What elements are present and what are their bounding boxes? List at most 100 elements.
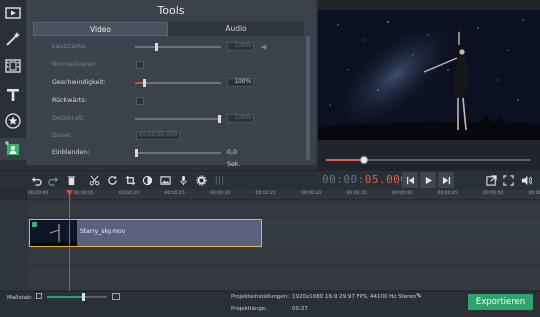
delete-button[interactable] <box>64 172 78 188</box>
undo-icon <box>31 176 42 186</box>
more-tools-button[interactable] <box>0 138 26 160</box>
crop-button[interactable] <box>123 172 137 188</box>
project-settings-label: Projekteinstellungen: <box>231 294 290 300</box>
undo-button[interactable] <box>29 172 43 188</box>
tools-title: Tools <box>157 4 185 17</box>
ruler-tick-label: 00:00:05 <box>73 191 94 196</box>
fullscreen-icon <box>502 174 514 186</box>
fade-in-slider-knob[interactable] <box>135 149 138 157</box>
seek-knob[interactable] <box>360 156 368 164</box>
tab-audio[interactable]: Audio <box>168 22 304 36</box>
transitions-button[interactable] <box>0 55 26 77</box>
play-button[interactable] <box>420 172 436 188</box>
speaker-icon[interactable]: ◀ <box>261 41 266 53</box>
normalize-checkbox[interactable] <box>136 61 144 69</box>
playhead[interactable] <box>69 190 70 291</box>
zoom-in-icon[interactable] <box>112 293 120 300</box>
speaker-volume-icon <box>521 175 532 185</box>
magic-wand-icon <box>6 32 20 46</box>
ruler-tick-label: 00:00:15 <box>164 191 185 196</box>
speed-slider-knob[interactable] <box>143 79 146 87</box>
fullscreen-button[interactable] <box>501 172 515 188</box>
timecode-prefix: 00:00: <box>322 173 365 186</box>
rotate-icon <box>107 175 117 185</box>
tools-scrollbar[interactable] <box>306 36 310 160</box>
next-frame-button[interactable] <box>438 172 454 188</box>
zoom-out-icon[interactable] <box>36 293 42 299</box>
reverse-checkbox[interactable] <box>136 97 144 105</box>
skip-back-icon <box>406 176 414 184</box>
redo-icon <box>47 176 58 186</box>
previous-frame-button[interactable] <box>402 172 418 188</box>
import-media-button[interactable] <box>0 2 26 24</box>
stickers-button[interactable] <box>0 110 26 132</box>
tools-panel: Tools Video Audio Lautstärke: 100% ◀ Nor… <box>26 0 316 168</box>
fade-in-slider[interactable] <box>135 149 221 157</box>
film-strip-icon <box>5 7 21 19</box>
opacity-value[interactable]: 100% <box>227 114 254 123</box>
tab-video[interactable]: Video <box>33 22 168 36</box>
zoom-slider-knob[interactable] <box>82 293 85 301</box>
volume-label: Lautstärke: <box>52 43 88 50</box>
ruler-tick-label: 00:00:10 <box>119 191 140 196</box>
audio-track[interactable] <box>27 266 540 291</box>
volume-slider-knob[interactable] <box>155 43 158 51</box>
playback-seek-bar[interactable] <box>326 156 530 164</box>
speed-slider[interactable] <box>135 79 221 87</box>
timecode-display: 00:00:05.000 <box>322 172 408 188</box>
video-preview[interactable] <box>318 10 540 140</box>
overlay-track[interactable] <box>27 202 540 218</box>
color-adjust-button[interactable] <box>140 172 154 188</box>
image-button[interactable] <box>158 172 172 188</box>
skip-forward-icon <box>442 176 450 184</box>
opacity-label: Deckkraft: <box>52 115 85 122</box>
title-track[interactable] <box>27 250 540 266</box>
ruler-tick-label: 00:00:25 <box>255 191 276 196</box>
scale-label: Maßstab: <box>7 295 33 301</box>
equalizer-icon <box>215 175 223 185</box>
left-toolbar <box>0 0 26 192</box>
detach-preview-button[interactable] <box>484 172 498 188</box>
user-transfer-icon <box>5 141 19 155</box>
normalize-label: Normalisieren: <box>52 61 98 68</box>
ruler-tick-label: 00:00:45 <box>437 191 458 196</box>
redo-button[interactable] <box>46 172 60 188</box>
text-icon <box>7 89 19 101</box>
speed-label: Geschwindigkeit: <box>52 79 106 86</box>
crop-icon <box>125 175 135 185</box>
record-audio-button[interactable] <box>176 172 190 188</box>
zoom-slider[interactable] <box>47 293 107 301</box>
audio-levels-button[interactable] <box>212 172 226 188</box>
ruler-tick-label: 00:00:50 <box>483 191 504 196</box>
settings-button[interactable] <box>194 172 208 188</box>
reverse-label: Rückwärts: <box>52 97 87 104</box>
filmstrip-icon <box>5 59 21 73</box>
fade-in-value: 0,0 Sek. <box>227 149 241 168</box>
opacity-slider-knob[interactable] <box>218 115 221 123</box>
ruler-tick-label: 00:00:35 <box>346 191 367 196</box>
star-icon <box>5 113 21 129</box>
trash-icon <box>67 175 75 185</box>
pencil-icon[interactable]: ✎ <box>416 292 422 300</box>
titles-button[interactable] <box>0 84 26 106</box>
volume-value[interactable]: 100% <box>227 42 254 51</box>
tools-tabs: Video Audio <box>33 22 332 36</box>
export-button[interactable]: Exportieren <box>468 294 533 310</box>
ruler-tick-label: 00:00:30 <box>301 191 322 196</box>
filters-button[interactable] <box>0 28 26 50</box>
rotate-button[interactable] <box>105 172 119 188</box>
external-window-icon <box>485 174 497 186</box>
timeline-ruler[interactable]: 00:00:00 00:00:05 00:00:10 00:00:15 00:00:20… <box>27 190 540 200</box>
project-settings-value: 1920x1080 16:9 29.97 FPS, 44100 Hz Stere… <box>292 294 416 300</box>
ruler-tick-label: 00:00:00 <box>28 191 49 196</box>
speed-value[interactable]: 100% <box>227 78 254 87</box>
contrast-icon <box>142 175 152 185</box>
volume-slider[interactable] <box>135 43 221 51</box>
ruler-tick-label: 00:00:40 <box>392 191 413 196</box>
cut-button[interactable] <box>87 172 101 188</box>
project-length-value: 00:27 <box>292 306 308 312</box>
volume-button[interactable] <box>519 172 533 188</box>
edit-toolbar <box>0 170 540 190</box>
duration-value[interactable]: 00:00:00.000 <box>136 131 180 140</box>
opacity-slider[interactable] <box>135 115 221 123</box>
